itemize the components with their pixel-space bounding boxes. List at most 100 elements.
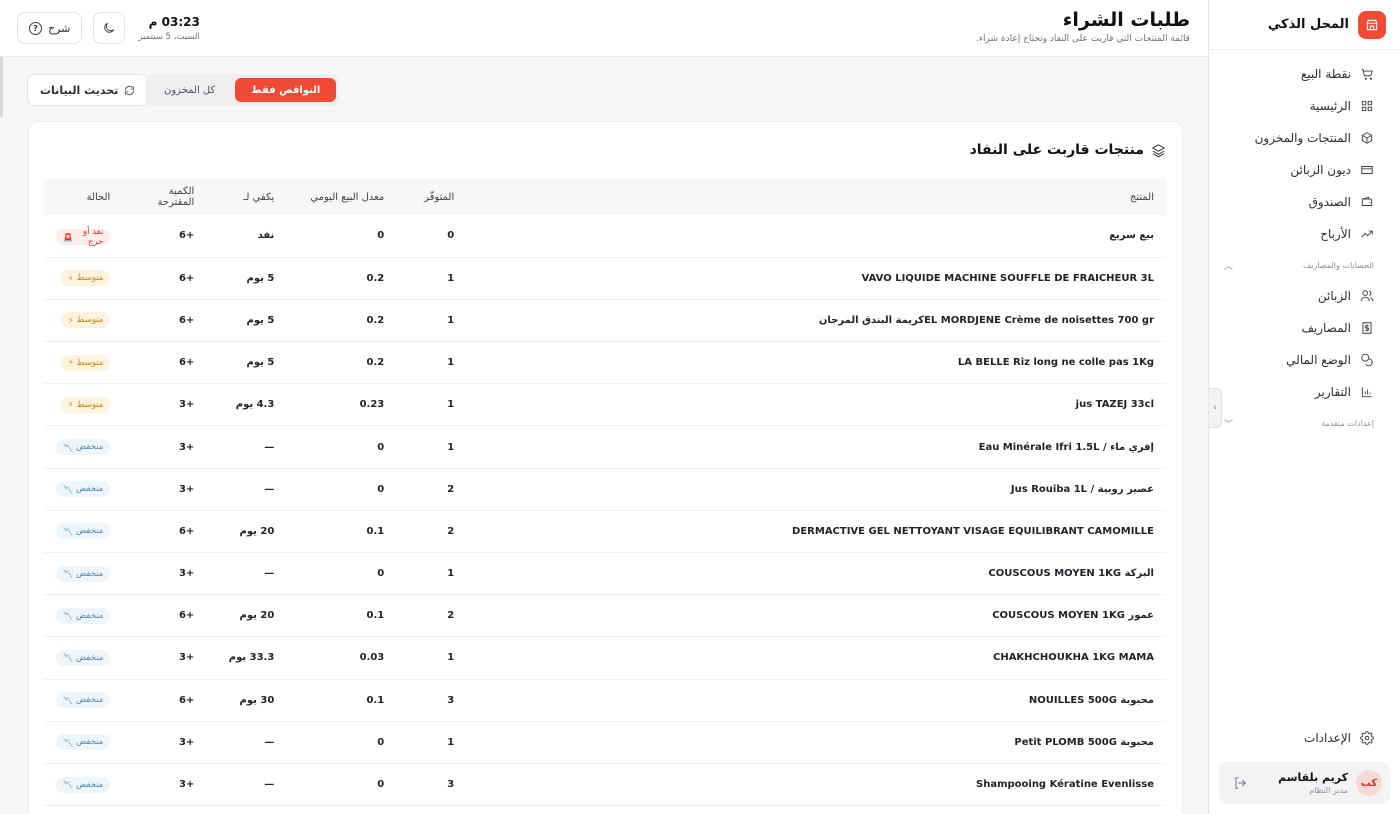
table-row[interactable]: Shampooing Kératine Evenlisse 3 0— +3 منخفض 📉 — [44, 763, 1166, 807]
sidebar-item-profits[interactable]: الأرباح — [1209, 218, 1400, 250]
status-badge: منخفض 📉 — [56, 649, 111, 666]
daily-rate-cell: 0.2 — [286, 341, 397, 385]
status-cell: منخفض 📉 — [44, 636, 123, 680]
sidebar-item-label: التقارير — [1314, 385, 1351, 399]
table-row[interactable]: CHAKHCHOUKHA 1KG MAMA 1 0.03 33.3 يوم +3 منخف… — [44, 636, 1166, 680]
product-cell: jus TAZEJ 33cl — [466, 383, 1166, 427]
cart-icon — [1361, 68, 1373, 80]
sidebar-item-debts[interactable]: ديون الزبائن — [1209, 154, 1400, 186]
stock-cell: 1 — [396, 425, 467, 469]
days-left-cell: 5 يوم — [206, 341, 287, 385]
sidebar-item-customers[interactable]: الزبائن — [1209, 280, 1400, 312]
logout-icon — [1235, 777, 1246, 789]
table-row[interactable]: عمور COUSCOUS MOYEN 1KG 2 0.1 20 يوم +6 منخفض… — [44, 594, 1166, 638]
grid-icon — [1361, 100, 1373, 112]
table-row[interactable]: EL MORDJENE Crème de noisettes 700 grكري… — [44, 299, 1166, 343]
sidebar-item-cashbox[interactable]: الصندوق — [1209, 186, 1400, 218]
days-left-cell: 20 يوم — [206, 510, 287, 554]
suggested-qty-cell: +3 — [122, 425, 207, 469]
brand: المحل الذكي — [1209, 0, 1400, 50]
col-product[interactable]: المنتج — [466, 179, 1166, 215]
filter-shortage-only[interactable]: النواقص فقط — [235, 78, 337, 102]
table-row[interactable]: بيع سريع 0 0 نفد +6 نفد أو حرج 🚨 — [44, 215, 1166, 258]
sidebar-item-settings[interactable]: الإعدادات — [1219, 721, 1390, 755]
user-card[interactable]: كب كريم بلقاسم مدير النظام — [1219, 762, 1390, 804]
sidebar-item-expenses[interactable]: المصاريف — [1209, 312, 1400, 344]
chevron-down-icon: ﹀ — [1224, 419, 1234, 430]
stock-cell: 3 — [396, 679, 467, 722]
card-title-text: منتجات قاربت على النفاد — [969, 142, 1144, 158]
page-title: طلبات الشراء — [1062, 9, 1190, 31]
table-row[interactable]: البركة COUSCOUS MOYEN 1KG 1 0— +3 منخفض 📉 — [44, 552, 1166, 596]
table-row[interactable]: jus TAZEJ 33cl 1 0.23 4.3 يوم +3 متوسط ⚡ — [44, 383, 1166, 427]
status-cell: متوسط ⚡ — [44, 257, 123, 300]
daily-rate-cell: 0 — [286, 215, 397, 258]
days-left-cell: — — [206, 721, 287, 764]
sidebar-item-financial-status[interactable]: الوضع المالي — [1209, 344, 1400, 376]
days-left-cell: 4.3 يوم — [206, 383, 287, 427]
product-cell: عمور COUSCOUS MOYEN 1KG — [466, 594, 1166, 638]
col-daily-rate[interactable]: معدل البيع اليومي — [286, 179, 396, 215]
status-cell: منخفض 📉 — [44, 721, 123, 764]
col-days-left[interactable]: يكفي لـ — [206, 179, 286, 215]
status-label: منخفض — [76, 652, 104, 663]
product-cell: البركة COUSCOUS MOYEN 1KG — [466, 552, 1166, 596]
settings-label: الإعدادات — [1304, 731, 1351, 745]
table-row[interactable]: محبوبة NOUILLES 500G 3 0.1 30 يوم +6 منخفض 📉 — [44, 679, 1166, 722]
status-label: متوسط — [76, 315, 104, 326]
status-cell: منخفض 📉 — [44, 552, 123, 596]
days-left-cell: — — [206, 468, 287, 511]
sidebar-item-label: الوضع المالي — [1286, 353, 1351, 367]
daily-rate-cell: 0 — [286, 721, 397, 764]
days-left-cell: — — [206, 763, 287, 807]
stock-cell: 1 — [396, 341, 467, 385]
col-status[interactable]: الحالة — [44, 179, 122, 215]
days-left-cell: نفد — [206, 215, 287, 258]
sidebar-item-reports[interactable]: التقارير — [1209, 376, 1400, 408]
sidebar-item-label: المصاريف — [1301, 321, 1351, 335]
status-label: منخفض — [76, 610, 104, 621]
status-badge: منخفض 📉 — [56, 692, 111, 709]
suggested-qty-cell: +3 — [122, 763, 207, 807]
chevron-up-icon: ︿ — [1224, 261, 1234, 272]
bar-chart-icon — [1361, 387, 1372, 398]
table-row[interactable]: محبوبة Petit PLOMB 500G 1 0— +3 منخفض 📉 — [44, 721, 1166, 764]
filter-all-stock[interactable]: كل المخزون — [148, 78, 231, 102]
sidebar: المحل الذكي نقطة البيع الرئيسية المنتجات… — [1208, 0, 1400, 814]
table-row[interactable]: عصير روبية / Jus Rouiba 1L 2 0— +3 منخفض 📉 — [44, 468, 1166, 511]
sidebar-item-label: الأرباح — [1320, 227, 1351, 241]
status-label: منخفض — [76, 695, 104, 706]
col-stock[interactable]: المتوفّر — [396, 179, 466, 215]
sidebar-item-products[interactable]: المنتجات والمخزون — [1209, 122, 1400, 154]
trend-down-icon: 📉 — [63, 737, 73, 747]
trend-down-icon: 📉 — [63, 569, 73, 579]
daily-rate-cell: 0.1 — [286, 594, 397, 638]
status-cell: منخفض 📉 — [44, 468, 123, 511]
sidebar-item-pos[interactable]: نقطة البيع — [1209, 58, 1400, 90]
table-row[interactable]: إفري ماء / Eau Minérale Ifri 1.5L 1 0— +3 من… — [44, 425, 1166, 469]
explain-button[interactable]: ? شرح — [17, 12, 83, 44]
daily-rate-cell: 0.2 — [286, 257, 397, 300]
product-cell: إفري ماء / Eau Minérale Ifri 1.5L — [466, 425, 1166, 469]
suggested-qty-cell: +3 — [122, 636, 207, 680]
table-row[interactable]: DERMACTIVE GEL NETTOYANT VISAGE EQUILIBR… — [44, 510, 1166, 554]
refresh-data-button[interactable]: تحديث البيانات — [27, 74, 149, 106]
card-title: منتجات قاربت على النفاد — [970, 142, 1166, 158]
sidebar-section-accounts[interactable]: الحسابات والمصاريف ︿ — [1206, 250, 1400, 280]
status-cell: متوسط ⚡ — [44, 299, 123, 343]
sidebar-collapse-handle[interactable]: › — [1209, 388, 1222, 428]
theme-toggle-button[interactable] — [93, 12, 126, 44]
col-suggested-qty[interactable]: الكمية المقترحة — [122, 179, 206, 215]
section-label: إعدادات متقدمة — [1321, 418, 1374, 428]
table-row[interactable]: LA BELLE Riz long ne colle pas 1Kg 1 0.2 5 … — [44, 341, 1166, 385]
trend-up-icon — [1361, 230, 1373, 238]
status-cell: منخفض 📉 — [44, 510, 123, 554]
stock-cell: 3 — [396, 763, 467, 807]
status-badge: منخفض 📉 — [56, 607, 111, 624]
table-row[interactable]: VAVO LIQUIDE MACHINE SOUFFLE DE FRAICHEU… — [44, 257, 1166, 300]
sidebar-section-advanced[interactable]: إعدادات متقدمة ﹀ — [1206, 408, 1400, 438]
daily-rate-cell: 0 — [286, 552, 397, 596]
logout-button[interactable] — [1233, 775, 1247, 789]
sidebar-item-home[interactable]: الرئيسية — [1209, 90, 1400, 122]
bolt-icon: ⚡ — [68, 400, 74, 410]
